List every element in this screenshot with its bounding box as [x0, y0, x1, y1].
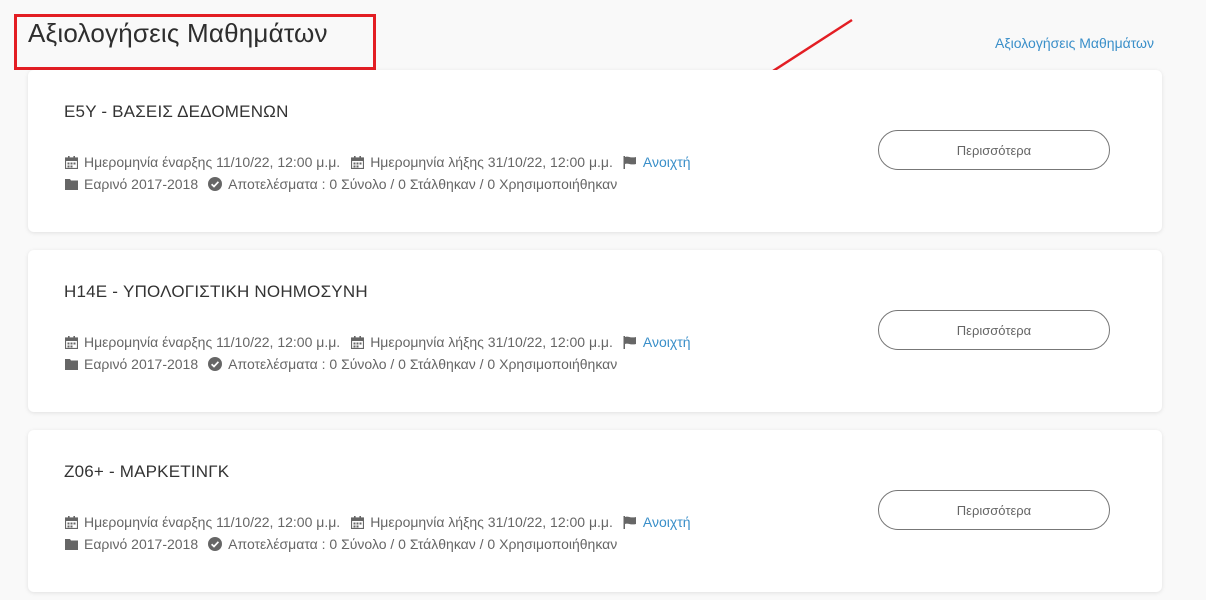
calendar-icon	[64, 335, 78, 349]
semester-label: Εαρινό 2017-2018	[84, 356, 199, 372]
course-dates-row: Ημερομηνία έναρξης 11/10/22, 12:00 μ.μ. …	[64, 514, 701, 530]
status: Ανοιχτή	[623, 334, 691, 350]
folder-icon	[64, 357, 78, 371]
results-label: Αποτελέσματα : 0 Σύνολο / 0 Στάλθηκαν / …	[228, 356, 618, 372]
status-label: Ανοιχτή	[642, 334, 691, 350]
course-title: E5Y - ΒΑΣΕΙΣ ΔΕΔΟΜΕΝΩΝ	[64, 102, 289, 121]
calendar-icon	[350, 335, 364, 349]
end-date: Ημερομηνία λήξης 31/10/22, 12:00 μ.μ.	[350, 334, 613, 350]
status-label: Ανοιχτή	[642, 154, 691, 170]
end-date-label: Ημερομηνία λήξης 31/10/22, 12:00 μ.μ.	[370, 514, 613, 530]
start-date: Ημερομηνία έναρξης 11/10/22, 12:00 μ.μ.	[64, 154, 340, 170]
end-date-label: Ημερομηνία λήξης 31/10/22, 12:00 μ.μ.	[370, 334, 613, 350]
end-date-label: Ημερομηνία λήξης 31/10/22, 12:00 μ.μ.	[370, 154, 613, 170]
more-button[interactable]: Περισσότερα	[878, 310, 1110, 350]
course-dates-row: Ημερομηνία έναρξης 11/10/22, 12:00 μ.μ. …	[64, 154, 701, 170]
semester: Εαρινό 2017-2018	[64, 536, 198, 552]
course-info-row: Εαρινό 2017-2018 Αποτελέσματα : 0 Σύνολο…	[64, 356, 627, 372]
folder-icon	[64, 537, 78, 551]
start-date-label: Ημερομηνία έναρξης 11/10/22, 12:00 μ.μ.	[84, 154, 341, 170]
course-title: H14E - ΥΠΟΛΟΓΙΣΤΙΚΗ ΝΟΗΜΟΣΥΝΗ	[64, 282, 368, 301]
status: Ανοιχτή	[623, 514, 691, 530]
results-label: Αποτελέσματα : 0 Σύνολο / 0 Στάλθηκαν / …	[228, 176, 618, 192]
calendar-icon	[350, 515, 364, 529]
check-circle-icon	[208, 177, 223, 191]
end-date: Ημερομηνία λήξης 31/10/22, 12:00 μ.μ.	[350, 154, 613, 170]
results: Αποτελέσματα : 0 Σύνολο / 0 Στάλθηκαν / …	[208, 536, 617, 552]
status: Ανοιχτή	[623, 154, 691, 170]
course-card: H14E - ΥΠΟΛΟΓΙΣΤΙΚΗ ΝΟΗΜΟΣΥΝΗ Ημερομηνία…	[28, 250, 1162, 412]
flag-icon	[623, 515, 637, 529]
start-date: Ημερομηνία έναρξης 11/10/22, 12:00 μ.μ.	[64, 334, 340, 350]
check-circle-icon	[208, 357, 223, 371]
start-date-label: Ημερομηνία έναρξης 11/10/22, 12:00 μ.μ.	[84, 514, 341, 530]
semester: Εαρινό 2017-2018	[64, 176, 198, 192]
more-button[interactable]: Περισσότερα	[878, 130, 1110, 170]
folder-icon	[64, 177, 78, 191]
semester-label: Εαρινό 2017-2018	[84, 536, 199, 552]
calendar-icon	[64, 155, 78, 169]
semester: Εαρινό 2017-2018	[64, 356, 198, 372]
semester-label: Εαρινό 2017-2018	[84, 176, 199, 192]
flag-icon	[623, 155, 637, 169]
title-highlight-box	[14, 14, 376, 70]
breadcrumb-link[interactable]: Αξιολογήσεις Μαθημάτων	[995, 35, 1154, 51]
course-card: Z06+ - ΜΑΡΚΕΤΙΝΓΚ Ημερομηνία έναρξης 11/…	[28, 430, 1162, 592]
course-title: Z06+ - ΜΑΡΚΕΤΙΝΓΚ	[64, 462, 230, 481]
course-info-row: Εαρινό 2017-2018 Αποτελέσματα : 0 Σύνολο…	[64, 176, 627, 192]
results-label: Αποτελέσματα : 0 Σύνολο / 0 Στάλθηκαν / …	[228, 536, 618, 552]
status-label: Ανοιχτή	[642, 514, 691, 530]
course-info-row: Εαρινό 2017-2018 Αποτελέσματα : 0 Σύνολο…	[64, 536, 627, 552]
results: Αποτελέσματα : 0 Σύνολο / 0 Στάλθηκαν / …	[208, 176, 617, 192]
end-date: Ημερομηνία λήξης 31/10/22, 12:00 μ.μ.	[350, 514, 613, 530]
flag-icon	[623, 335, 637, 349]
calendar-icon	[350, 155, 364, 169]
start-date-label: Ημερομηνία έναρξης 11/10/22, 12:00 μ.μ.	[84, 334, 341, 350]
course-dates-row: Ημερομηνία έναρξης 11/10/22, 12:00 μ.μ. …	[64, 334, 701, 350]
check-circle-icon	[208, 537, 223, 551]
more-button[interactable]: Περισσότερα	[878, 490, 1110, 530]
course-card: E5Y - ΒΑΣΕΙΣ ΔΕΔΟΜΕΝΩΝ Ημερομηνία έναρξη…	[28, 70, 1162, 232]
calendar-icon	[64, 515, 78, 529]
results: Αποτελέσματα : 0 Σύνολο / 0 Στάλθηκαν / …	[208, 356, 617, 372]
start-date: Ημερομηνία έναρξης 11/10/22, 12:00 μ.μ.	[64, 514, 340, 530]
